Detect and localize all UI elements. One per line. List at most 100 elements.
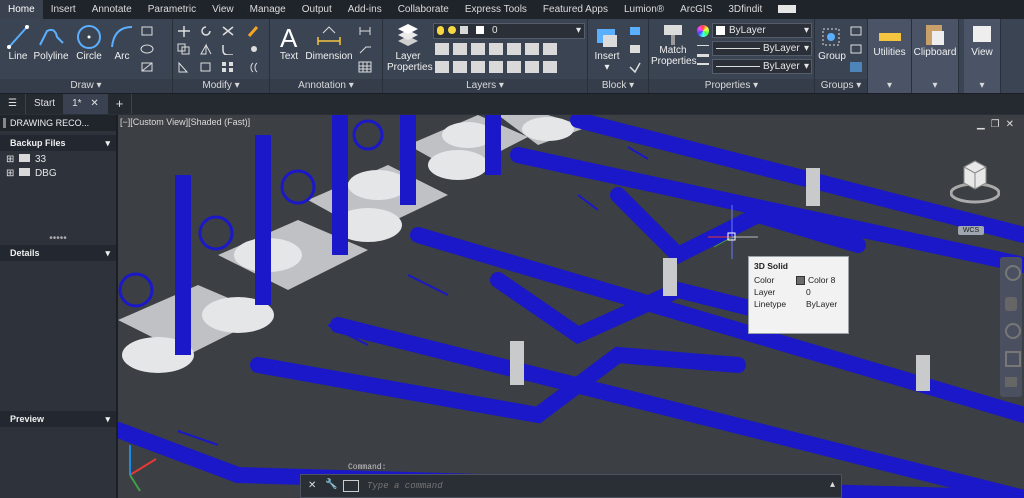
- create-block-icon[interactable]: [628, 25, 642, 37]
- block-panel-title[interactable]: Block ▾: [588, 79, 648, 93]
- table-icon[interactable]: [358, 61, 372, 73]
- close-icon[interactable]: ✕: [90, 98, 98, 109]
- layer-properties-button[interactable]: Layer Properties: [387, 23, 433, 73]
- viewport-controls-label[interactable]: [−][Custom View][Shaded (Fast)]: [120, 117, 250, 127]
- attribute-icon[interactable]: [628, 61, 642, 73]
- ungroup-icon[interactable]: [849, 25, 863, 37]
- tab-lumion[interactable]: Lumion®: [616, 0, 672, 19]
- lineweight-dropdown[interactable]: ByLayer ▾: [712, 41, 812, 56]
- wcs-menu[interactable]: WCS: [958, 226, 984, 235]
- tab-parametric[interactable]: Parametric: [140, 0, 204, 19]
- drawing-viewport[interactable]: [−][Custom View][Shaded (Fast)] ▁ ❐ ✕ WC…: [118, 115, 1024, 498]
- chevron-up-icon[interactable]: ▴: [830, 479, 835, 490]
- splitter-handle[interactable]: •••••: [0, 234, 116, 244]
- minimize-icon[interactable]: ▁: [977, 119, 985, 130]
- layer-tool-icon[interactable]: [489, 61, 503, 73]
- view-panel[interactable]: View ▾: [964, 19, 1001, 93]
- preview-header[interactable]: Preview ▾: [0, 411, 116, 427]
- showmotion-icon[interactable]: [1005, 377, 1017, 387]
- orbit-icon[interactable]: [1005, 351, 1021, 367]
- tab-collaborate[interactable]: Collaborate: [390, 0, 457, 19]
- viewcube[interactable]: [949, 155, 1001, 205]
- tab-view[interactable]: View: [204, 0, 242, 19]
- details-header[interactable]: Details ▾: [0, 245, 116, 261]
- layer-tool-icon[interactable]: [471, 43, 485, 55]
- view-button[interactable]: View: [964, 23, 1000, 58]
- fillet-icon[interactable]: [221, 43, 235, 55]
- tree-item[interactable]: ⊞ 33: [6, 153, 110, 167]
- arc-button[interactable]: Arc: [108, 23, 136, 62]
- layer-tool-icon[interactable]: [507, 61, 521, 73]
- modify-panel-title[interactable]: Modify ▾: [173, 79, 269, 93]
- pan-icon[interactable]: [1005, 297, 1017, 311]
- layer-tool-icon[interactable]: [471, 61, 485, 73]
- layer-tool-icon[interactable]: [435, 43, 449, 55]
- copy-icon[interactable]: [177, 43, 191, 55]
- layer-tool-icon[interactable]: [453, 61, 467, 73]
- mirror-icon[interactable]: [199, 43, 213, 55]
- tab-output[interactable]: Output: [294, 0, 340, 19]
- layer-tool-icon[interactable]: [507, 43, 521, 55]
- move-icon[interactable]: [177, 25, 191, 37]
- linear-dimension-icon[interactable]: [358, 25, 372, 37]
- command-prompt-icon[interactable]: [343, 480, 359, 492]
- tab-featured-apps[interactable]: Featured Apps: [535, 0, 616, 19]
- ellipse-icon[interactable]: [140, 43, 154, 55]
- tab-home[interactable]: Home: [0, 0, 43, 19]
- tab-manage[interactable]: Manage: [242, 0, 294, 19]
- hatch-icon[interactable]: [140, 61, 154, 73]
- expand-icon[interactable]: ⊞: [6, 168, 14, 179]
- tab-drawing[interactable]: 1* ✕: [64, 94, 108, 114]
- scale-icon[interactable]: [199, 61, 213, 73]
- circle-button[interactable]: Circle: [72, 23, 106, 62]
- explode-icon[interactable]: [247, 43, 261, 55]
- menu-button[interactable]: ☰: [0, 94, 26, 114]
- tab-add-ins[interactable]: Add-ins: [340, 0, 390, 19]
- workspace-toggle[interactable]: [770, 0, 804, 19]
- layer-tool-icon[interactable]: [543, 43, 557, 55]
- annotation-panel-title[interactable]: Annotation ▾: [270, 79, 382, 93]
- group-edit-icon[interactable]: [849, 43, 863, 55]
- line-button[interactable]: Line: [4, 23, 32, 62]
- rectangle-icon[interactable]: [140, 25, 154, 37]
- offset-icon[interactable]: [247, 61, 261, 73]
- properties-panel-title[interactable]: Properties ▾: [649, 79, 814, 93]
- new-tab-button[interactable]: +: [108, 94, 133, 114]
- draw-panel-title[interactable]: Draw ▾: [0, 79, 172, 93]
- close-icon[interactable]: ✕: [308, 480, 316, 491]
- linetype-dropdown[interactable]: ByLayer ▾: [712, 59, 812, 74]
- trim-icon[interactable]: [221, 25, 235, 37]
- command-input[interactable]: [365, 477, 825, 495]
- layer-tool-icon[interactable]: [435, 61, 449, 73]
- steering-wheel-icon[interactable]: [1005, 265, 1021, 281]
- clipboard-panel[interactable]: Clipboard ▾: [912, 19, 959, 93]
- tab-3dfindit[interactable]: 3Dfindit: [720, 0, 770, 19]
- edit-block-icon[interactable]: [628, 43, 642, 55]
- layer-dropdown[interactable]: 0 ▾: [433, 23, 585, 39]
- layer-tool-icon[interactable]: [489, 43, 503, 55]
- backup-files-header[interactable]: Backup Files ▾: [0, 135, 116, 151]
- leader-icon[interactable]: [358, 43, 372, 55]
- layer-tool-icon[interactable]: [525, 61, 539, 73]
- dimension-button[interactable]: Dimension: [304, 23, 354, 62]
- insert-button[interactable]: Insert ▾: [590, 23, 624, 73]
- group-select-icon[interactable]: [849, 61, 863, 73]
- group-button[interactable]: Group: [817, 23, 847, 62]
- polyline-button[interactable]: Polyline: [32, 23, 70, 62]
- wrench-icon[interactable]: 🔧: [325, 479, 337, 490]
- clipboard-button[interactable]: Clipboard: [912, 23, 958, 58]
- layer-tool-icon[interactable]: [453, 43, 467, 55]
- layer-tool-icon[interactable]: [543, 61, 557, 73]
- layers-panel-title[interactable]: Layers ▾: [383, 79, 587, 93]
- restore-icon[interactable]: ❐: [991, 119, 1000, 130]
- zoom-icon[interactable]: [1005, 323, 1021, 339]
- utilities-panel[interactable]: Utilities ▾: [868, 19, 912, 93]
- rotate-icon[interactable]: [199, 25, 213, 37]
- tab-start[interactable]: Start: [26, 94, 65, 114]
- close-icon[interactable]: ✕: [1006, 119, 1014, 130]
- tab-arcgis[interactable]: ArcGIS: [672, 0, 720, 19]
- utilities-button[interactable]: Utilities: [868, 27, 911, 58]
- text-button[interactable]: A Text: [274, 23, 304, 62]
- match-properties-button[interactable]: Match Properties: [651, 23, 697, 67]
- tab-annotate[interactable]: Annotate: [84, 0, 140, 19]
